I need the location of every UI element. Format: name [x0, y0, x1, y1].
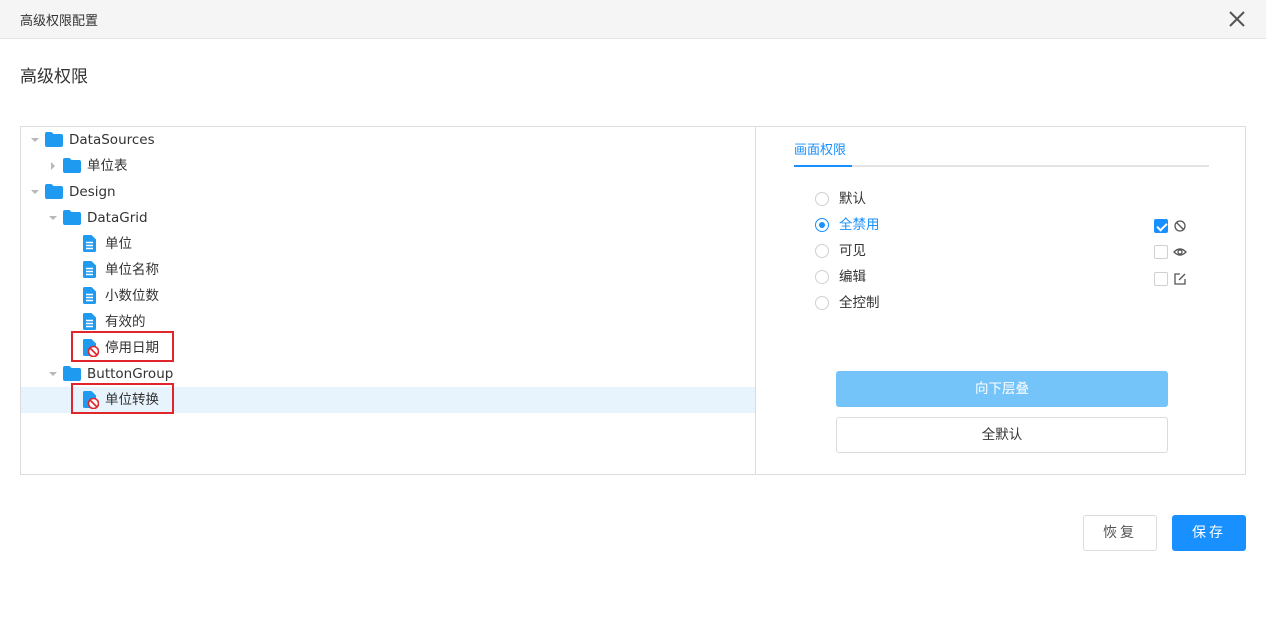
tab-active-indicator [794, 165, 852, 167]
close-icon[interactable] [1226, 8, 1248, 30]
dialog-titlebar: 高级权限配置 [0, 0, 1266, 39]
tree-node-decimals[interactable]: 小数位数 [21, 283, 755, 309]
radio-button[interactable] [815, 270, 829, 284]
resource-tree: DataSources 单位表 Design DataGrid 单位 单位名称 … [21, 127, 756, 474]
caret-down-icon[interactable] [47, 361, 59, 387]
tree-node-label: 小数位数 [105, 288, 159, 304]
radio-button[interactable] [815, 244, 829, 258]
save-button[interactable]: 保存 [1172, 515, 1246, 551]
permission-panel: DataSources 单位表 Design DataGrid 单位 单位名称 … [20, 126, 1246, 475]
document-icon [83, 313, 96, 330]
tab-screen-permission[interactable]: 画面权限 [794, 139, 846, 158]
document-icon [83, 261, 96, 278]
document-icon [83, 287, 96, 304]
caret-down-icon[interactable] [29, 127, 41, 153]
folder-icon [63, 210, 81, 225]
highlight-box [71, 383, 174, 414]
permission-settings: 画面权限 默认 全禁用 可见 编辑 全控制 向下层叠 全默认 [757, 127, 1245, 474]
folder-icon [45, 184, 63, 199]
tree-node-datasources[interactable]: DataSources [21, 127, 755, 153]
folder-icon [45, 132, 63, 147]
tree-node-label: 单位表 [87, 158, 128, 174]
tree-node-unit-table[interactable]: 单位表 [21, 153, 755, 179]
tree-node-label: ButtonGroup [87, 366, 174, 382]
tree-node-label: 有效的 [105, 314, 146, 330]
tree-node-unit-name[interactable]: 单位名称 [21, 257, 755, 283]
all-default-button[interactable]: 全默认 [836, 417, 1168, 453]
tab-underline [794, 165, 1209, 167]
disable-checkbox[interactable] [1154, 219, 1168, 233]
radio-label: 全控制 [839, 295, 880, 311]
caret-right-icon[interactable] [48, 153, 60, 179]
folder-icon [63, 366, 81, 381]
document-icon [83, 235, 96, 252]
radio-label: 可见 [839, 243, 866, 259]
cascade-down-button[interactable]: 向下层叠 [836, 371, 1168, 407]
folder-icon [63, 158, 81, 173]
radio-button[interactable] [815, 192, 829, 206]
radio-label: 默认 [839, 191, 866, 207]
caret-down-icon[interactable] [47, 205, 59, 231]
tree-node-label: Design [69, 184, 116, 200]
tree-node-label: DataGrid [87, 210, 148, 226]
tree-node-label: 单位 [105, 236, 132, 252]
tree-node-unit[interactable]: 单位 [21, 231, 755, 257]
radio-button[interactable] [815, 218, 829, 232]
tree-node-label: DataSources [69, 132, 155, 148]
visible-checkbox[interactable] [1154, 245, 1168, 259]
ban-icon [1174, 220, 1186, 232]
tree-node-design[interactable]: Design [21, 179, 755, 205]
edit-checkbox[interactable] [1154, 272, 1168, 286]
radio-label: 编辑 [839, 269, 866, 285]
radio-button[interactable] [815, 296, 829, 310]
edit-icon [1174, 273, 1186, 285]
radio-label: 全禁用 [839, 217, 880, 233]
eye-icon [1173, 248, 1187, 256]
restore-button[interactable]: 恢复 [1083, 515, 1157, 551]
page-title: 高级权限 [20, 67, 88, 87]
highlight-box [71, 331, 174, 362]
dialog-title: 高级权限配置 [20, 14, 99, 29]
tree-node-datagrid[interactable]: DataGrid [21, 205, 755, 231]
caret-down-icon[interactable] [29, 179, 41, 205]
tree-node-label: 单位名称 [105, 262, 159, 278]
